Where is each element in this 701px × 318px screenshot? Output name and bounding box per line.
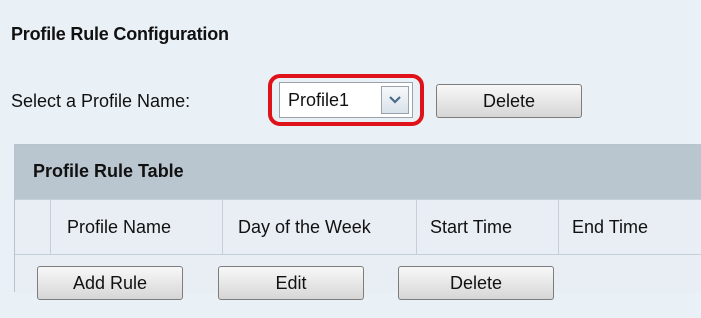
- table-title: Profile Rule Table: [33, 161, 184, 181]
- highlight-ring: [268, 74, 424, 126]
- column-header-end-time: End Time: [572, 216, 649, 237]
- profile-rule-panel: Profile Rule Configuration Select a Prof…: [0, 0, 701, 318]
- select-profile-label: Select a Profile Name:: [11, 91, 191, 111]
- delete-rule-button[interactable]: Delete: [398, 266, 554, 300]
- column-header-start-time: Start Time: [417, 200, 559, 254]
- edit-button[interactable]: Edit: [218, 266, 364, 300]
- delete-profile-button[interactable]: Delete: [436, 84, 582, 118]
- select-column-header: [15, 200, 51, 254]
- column-header-day-of-week: Day of the Week: [223, 200, 417, 254]
- section-title: Profile Rule Configuration: [11, 24, 229, 44]
- column-header-profile-name: Profile Name: [51, 200, 223, 254]
- add-rule-button[interactable]: Add Rule: [37, 266, 183, 300]
- table-title-bar: Profile Rule Table: [15, 145, 701, 199]
- table-header-row: Profile Name Day of the Week Start Time …: [15, 199, 701, 255]
